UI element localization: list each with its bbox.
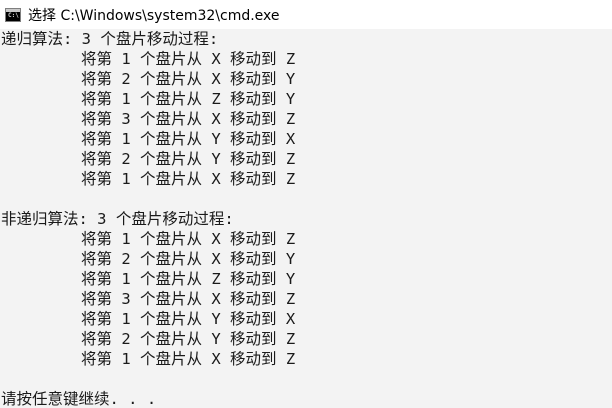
console-line: 将第 1 个盘片从 Y 移动到 X: [81, 310, 296, 328]
continue-prompt: 请按任意键继续. . .: [1, 390, 157, 408]
console-line: 将第 1 个盘片从 X 移动到 Z: [81, 350, 296, 368]
console-line: 将第 3 个盘片从 X 移动到 Z: [81, 110, 296, 128]
console-line: 将第 2 个盘片从 Y 移动到 Z: [81, 330, 296, 348]
console-line: 将第 1 个盘片从 X 移动到 Z: [81, 170, 296, 188]
console-line: 将第 1 个盘片从 Y 移动到 X: [81, 130, 296, 148]
console-line: 将第 1 个盘片从 X 移动到 Z: [81, 230, 296, 248]
console-output[interactable]: 递归算法: 3 个盘片移动过程: 将第 1 个盘片从 X 移动到 Z 将第 2 …: [0, 29, 612, 408]
cmd-icon: C:\: [5, 7, 21, 22]
recursive-header: 递归算法: 3 个盘片移动过程:: [1, 30, 219, 48]
cmd-window: C:\ 选择 C:\Windows\system32\cmd.exe 递归算法:…: [0, 0, 612, 408]
console-line: 将第 1 个盘片从 Z 移动到 Y: [81, 270, 296, 288]
console-line: 将第 2 个盘片从 X 移动到 Y: [81, 250, 296, 268]
console-line: 将第 2 个盘片从 Y 移动到 Z: [81, 150, 296, 168]
console-line: 将第 3 个盘片从 X 移动到 Z: [81, 290, 296, 308]
nonrecursive-header: 非递归算法: 3 个盘片移动过程:: [1, 210, 234, 228]
console-line: 将第 2 个盘片从 X 移动到 Y: [81, 70, 296, 88]
window-title: 选择 C:\Windows\system32\cmd.exe: [28, 7, 280, 24]
title-bar[interactable]: C:\ 选择 C:\Windows\system32\cmd.exe: [0, 0, 612, 29]
console-line: 将第 1 个盘片从 Z 移动到 Y: [81, 90, 296, 108]
console-line: 将第 1 个盘片从 X 移动到 Z: [81, 50, 296, 68]
